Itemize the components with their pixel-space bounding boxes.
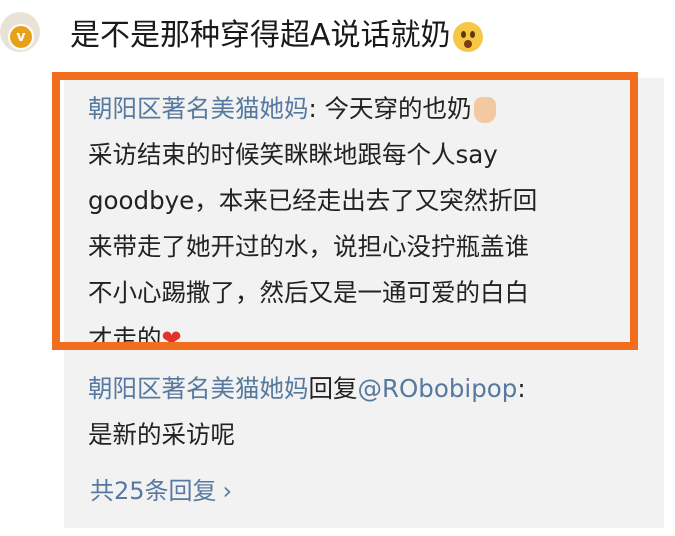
reply-item: 朝阳区著名美猫她妈回复@RObobipop: 是新的采访呢 (88, 366, 648, 458)
more-replies-link[interactable]: 共25条回复 › (90, 474, 232, 508)
more-replies-label: 共25条回复 (90, 477, 217, 505)
verified-badge-icon: v (8, 24, 34, 50)
comment-text: 是不是那种穿得超A说话就奶 (70, 14, 483, 58)
reply-word: 回复 (308, 374, 358, 403)
reply-author-link[interactable]: 朝阳区著名美猫她妈 (88, 374, 309, 403)
chevron-right-icon: › (222, 477, 233, 505)
shocked-face-emoji-icon (452, 21, 483, 52)
highlight-box (52, 72, 638, 350)
reply-line: 是新的采访呢 (88, 420, 235, 449)
comment-body: 是不是那种穿得超A说话就奶 (70, 18, 451, 53)
reply-separator: : (517, 374, 526, 403)
mention-link[interactable]: @RObobipop (358, 374, 518, 403)
